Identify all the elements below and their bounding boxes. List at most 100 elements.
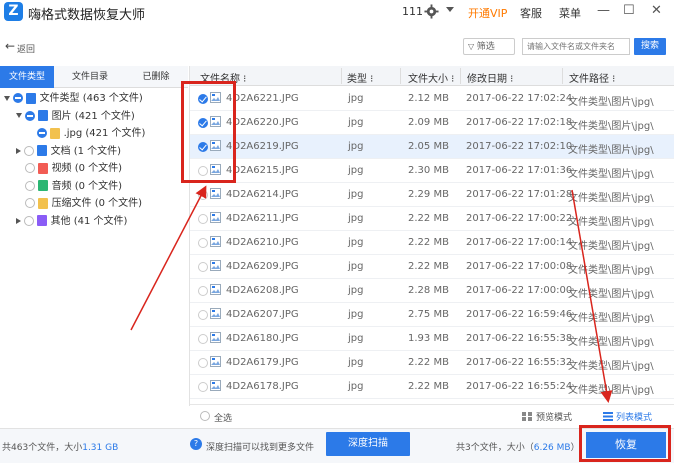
total-summary: 共463个文件，大小1.31 GB bbox=[2, 443, 119, 453]
file-size: 2.22 MB bbox=[408, 357, 449, 368]
column-path[interactable]: 文件路径 ⁝ bbox=[569, 70, 615, 85]
table-row[interactable]: 4D2A6219.JPG jpg 2.05 MB 2017-06-22 17:02:1… bbox=[190, 135, 674, 159]
table-row[interactable]: 4D2A6220.JPG jpg 2.09 MB 2017-06-22 17:02:1… bbox=[190, 111, 674, 135]
tree-item[interactable]: 图片 (421 个文件) bbox=[16, 108, 135, 125]
file-size: 2.05 MB bbox=[408, 141, 449, 152]
row-checkbox[interactable] bbox=[198, 214, 208, 224]
tree-item-label: 其他 (41 个文件) bbox=[50, 215, 128, 227]
select-all-checkbox[interactable] bbox=[200, 411, 210, 421]
help-icon[interactable]: ? bbox=[190, 438, 202, 450]
file-date: 2017-06-22 17:02:24 bbox=[466, 93, 573, 104]
menu-link[interactable]: 菜单 bbox=[559, 5, 581, 21]
file-date: 2017-06-22 16:55:24 bbox=[466, 381, 573, 392]
file-name: 4D2A6180.JPG bbox=[226, 333, 299, 344]
table-row[interactable]: 4D2A6215.JPG jpg 2.30 MB 2017-06-22 17:01:3… bbox=[190, 159, 674, 183]
other-icon bbox=[37, 215, 48, 226]
file-type: jpg bbox=[348, 333, 364, 344]
file-date: 2017-06-22 16:55:32 bbox=[466, 357, 573, 368]
row-checkbox[interactable] bbox=[198, 238, 208, 248]
file-type: jpg bbox=[348, 309, 364, 320]
tree-item[interactable]: 文档 (1 个文件) bbox=[16, 143, 121, 160]
tree-item[interactable]: .jpg (421 个文件) bbox=[28, 125, 145, 142]
tab-file-directory[interactable]: 文件目录 bbox=[60, 66, 120, 88]
filter-button[interactable]: ▽ 筛选 bbox=[463, 38, 515, 55]
tree-checkbox[interactable] bbox=[13, 93, 24, 103]
tab-deleted[interactable]: 已删除 bbox=[126, 66, 186, 88]
column-date[interactable]: 修改日期 ⁝ bbox=[467, 70, 513, 85]
back-button[interactable]: 返回 bbox=[17, 42, 35, 55]
audio-icon bbox=[38, 180, 49, 191]
table-row[interactable]: 4D2A6179.JPG jpg 2.22 MB 2017-06-22 16:55:3… bbox=[190, 351, 674, 375]
table-row[interactable]: 4D2A6178.JPG jpg 2.22 MB 2017-06-22 16:55:2… bbox=[190, 375, 674, 399]
file-name: 4D2A6211.JPG bbox=[226, 213, 299, 224]
tree-item[interactable]: 文件类型 (463 个文件) bbox=[4, 90, 143, 107]
row-checkbox[interactable] bbox=[198, 358, 208, 368]
tree-checkbox[interactable] bbox=[25, 163, 36, 173]
table-row[interactable]: 4D2A6207.JPG jpg 2.75 MB 2017-06-22 16:59:4… bbox=[190, 303, 674, 327]
file-path: 文件类型\图片\jpg\ bbox=[568, 361, 654, 372]
preview-mode-button[interactable]: 预览模式 bbox=[536, 410, 572, 423]
select-all-label[interactable]: 全选 bbox=[214, 411, 232, 424]
tree-item[interactable]: 音频 (0 个文件) bbox=[16, 178, 122, 195]
tree-checkbox[interactable] bbox=[24, 145, 35, 156]
grid-view-icon[interactable] bbox=[522, 412, 532, 421]
file-size: 2.22 MB bbox=[408, 213, 449, 224]
row-checkbox[interactable] bbox=[198, 190, 208, 200]
back-arrow-icon[interactable]: ← bbox=[5, 39, 15, 53]
collapse-icon[interactable] bbox=[16, 217, 21, 224]
list-view-icon[interactable] bbox=[603, 412, 613, 421]
gear-icon[interactable] bbox=[424, 4, 439, 19]
collapse-icon[interactable] bbox=[16, 147, 21, 154]
file-name: 4D2A6179.JPG bbox=[226, 357, 299, 368]
tab-file-type[interactable]: 文件类型 bbox=[0, 66, 54, 88]
table-row[interactable]: 4D2A6211.JPG jpg 2.22 MB 2017-06-22 17:00:2… bbox=[190, 207, 674, 231]
close-button[interactable]: ✕ bbox=[651, 3, 662, 18]
tree-checkbox[interactable] bbox=[25, 110, 36, 121]
file-type: jpg bbox=[348, 261, 364, 272]
column-separator[interactable] bbox=[562, 68, 563, 84]
tree-item[interactable]: 压缩文件 (0 个文件) bbox=[16, 195, 142, 212]
file-name: 4D2A6214.JPG bbox=[226, 189, 299, 200]
row-checkbox[interactable] bbox=[198, 334, 208, 344]
tree-checkbox[interactable] bbox=[24, 215, 35, 226]
row-checkbox[interactable] bbox=[198, 286, 208, 296]
tree-checkbox[interactable] bbox=[25, 180, 36, 191]
tree-item-label: 压缩文件 (0 个文件) bbox=[51, 198, 143, 209]
column-type[interactable]: 类型 ⁝ bbox=[347, 70, 373, 85]
table-row[interactable]: 4D2A6180.JPG jpg 1.93 MB 2017-06-22 16:55:3… bbox=[190, 327, 674, 351]
table-row[interactable]: 4D2A6210.JPG jpg 2.22 MB 2017-06-22 17:00:1… bbox=[190, 231, 674, 255]
service-link[interactable]: 客服 bbox=[520, 5, 542, 21]
file-date: 2017-06-22 17:02:18 bbox=[466, 117, 573, 128]
row-checkbox[interactable] bbox=[198, 310, 208, 320]
tree-item[interactable]: 视频 (0 个文件) bbox=[16, 160, 122, 177]
app-logo: Z bbox=[4, 2, 23, 21]
video-icon bbox=[38, 162, 49, 174]
table-row[interactable]: 4D2A6209.JPG jpg 2.22 MB 2017-06-22 17:00:0… bbox=[190, 255, 674, 279]
list-mode-button[interactable]: 列表模式 bbox=[616, 410, 652, 423]
chevron-down-icon[interactable] bbox=[446, 7, 454, 12]
file-name: 4D2A6208.JPG bbox=[226, 285, 299, 296]
file-date: 2017-06-22 17:01:28 bbox=[466, 189, 573, 200]
column-separator[interactable] bbox=[460, 68, 461, 84]
expand-icon[interactable] bbox=[16, 113, 22, 118]
expand-icon[interactable] bbox=[4, 95, 10, 101]
table-row[interactable]: 4D2A6221.JPG jpg 2.12 MB 2017-06-22 17:02:2… bbox=[190, 87, 674, 111]
table-row[interactable]: 4D2A6214.JPG jpg 2.29 MB 2017-06-22 17:01:2… bbox=[190, 183, 674, 207]
search-input[interactable] bbox=[522, 38, 630, 55]
column-separator[interactable] bbox=[400, 68, 401, 84]
tree-checkbox[interactable] bbox=[37, 128, 48, 138]
vip-link[interactable]: 开通VIP bbox=[468, 5, 507, 21]
search-button[interactable]: 搜索 bbox=[634, 38, 666, 55]
minimize-button[interactable]: — bbox=[597, 3, 610, 18]
maximize-button[interactable]: ☐ bbox=[623, 3, 635, 18]
tree-item[interactable]: 其他 (41 个文件) bbox=[16, 213, 127, 230]
row-checkbox[interactable] bbox=[198, 262, 208, 272]
file-type: jpg bbox=[348, 117, 364, 128]
column-separator[interactable] bbox=[341, 68, 342, 84]
row-checkbox[interactable] bbox=[198, 382, 208, 392]
deep-scan-button[interactable]: 深度扫描 bbox=[326, 432, 410, 456]
file-path: 文件类型\图片\jpg\ bbox=[568, 337, 654, 348]
column-size[interactable]: 文件大小 ⁝ bbox=[408, 70, 454, 85]
tree-checkbox[interactable] bbox=[25, 198, 36, 208]
table-row[interactable]: 4D2A6208.JPG jpg 2.28 MB 2017-06-22 17:00:0… bbox=[190, 279, 674, 303]
